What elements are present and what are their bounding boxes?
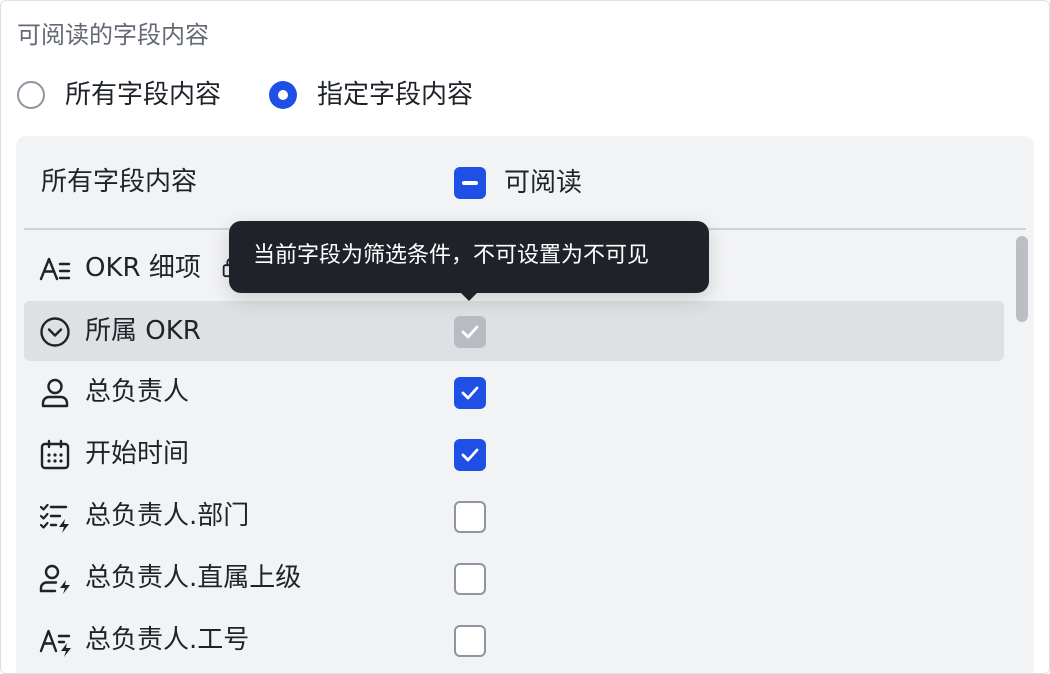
lookup-list-icon — [39, 503, 69, 533]
field-row-parent-okr: 所属 OKR — [24, 301, 1004, 361]
field-label: 总负责人.工号 — [85, 625, 250, 655]
readable-checkbox[interactable] — [454, 625, 486, 657]
scrollbar-thumb[interactable] — [1016, 236, 1028, 322]
person-icon — [41, 378, 69, 408]
field-label: 总负责人.直属上级 — [85, 563, 302, 593]
readable-select-all[interactable]: 可阅读 — [454, 165, 582, 201]
field-label: 开始时间 — [85, 439, 190, 469]
field-label: OKR 细项 — [85, 253, 201, 283]
tooltip-arrow — [459, 291, 479, 301]
readable-checkbox-disabled[interactable] — [454, 316, 486, 348]
radio-circle-selected[interactable] — [269, 81, 298, 109]
lookup-text-icon — [39, 629, 71, 657]
filter-condition-tooltip: 当前字段为筛选条件，不可设置为不可见 — [229, 221, 709, 301]
radio-circle[interactable] — [17, 81, 45, 109]
field-label: 总负责人 — [85, 377, 190, 407]
checkmark-icon — [461, 448, 479, 462]
field-row-start-time: 开始时间 — [24, 424, 1004, 486]
readable-checkbox[interactable] — [454, 501, 486, 533]
readable-checkbox[interactable] — [454, 377, 486, 409]
section-title: 可阅读的字段内容 — [17, 21, 209, 49]
field-label: 所属 OKR — [85, 316, 201, 346]
text-field-icon — [39, 257, 71, 281]
radio-label: 指定字段内容 — [317, 80, 474, 110]
radio-specified-fields[interactable]: 指定字段内容 — [269, 77, 473, 113]
radio-label: 所有字段内容 — [65, 80, 222, 110]
readable-checkbox[interactable] — [454, 439, 486, 471]
all-fields-label: 所有字段内容 — [41, 167, 198, 197]
single-select-icon — [40, 317, 70, 347]
read-mode-radio-group: 所有字段内容 指定字段内容 — [17, 77, 473, 113]
field-row-owner-department: 总负责人.部门 — [24, 486, 1004, 548]
calendar-icon — [40, 439, 70, 470]
field-row-owner: 总负责人 — [24, 362, 1004, 424]
select-all-checkbox[interactable] — [454, 167, 486, 199]
field-list: OKR 细项 所属 OKR 总负责人 开始时间 总负责人.部门 总负责人.直属上… — [24, 238, 1004, 672]
panel-header: 所有字段内容 可阅读 — [16, 136, 1034, 228]
tooltip-text: 当前字段为筛选条件，不可设置为不可见 — [253, 243, 650, 268]
radio-all-fields[interactable]: 所有字段内容 — [17, 77, 221, 113]
field-permission-panel: 所有字段内容 可阅读 OKR 细项 所属 OKR 总负责人 开始时间 总负责人.… — [16, 136, 1034, 673]
field-row-owner-manager: 总负责人.直属上级 — [24, 548, 1004, 610]
readable-label: 可阅读 — [504, 168, 583, 198]
checkmark-icon — [461, 386, 479, 400]
permission-settings-card: 可阅读的字段内容 所有字段内容 指定字段内容 所有字段内容 可阅读 OKR 细项… — [0, 0, 1050, 674]
lookup-person-icon — [39, 564, 70, 594]
field-label: 总负责人.部门 — [85, 501, 250, 531]
readable-checkbox[interactable] — [454, 563, 486, 595]
field-row-owner-employee-id: 总负责人.工号 — [24, 610, 1004, 672]
checkmark-icon — [461, 325, 479, 339]
